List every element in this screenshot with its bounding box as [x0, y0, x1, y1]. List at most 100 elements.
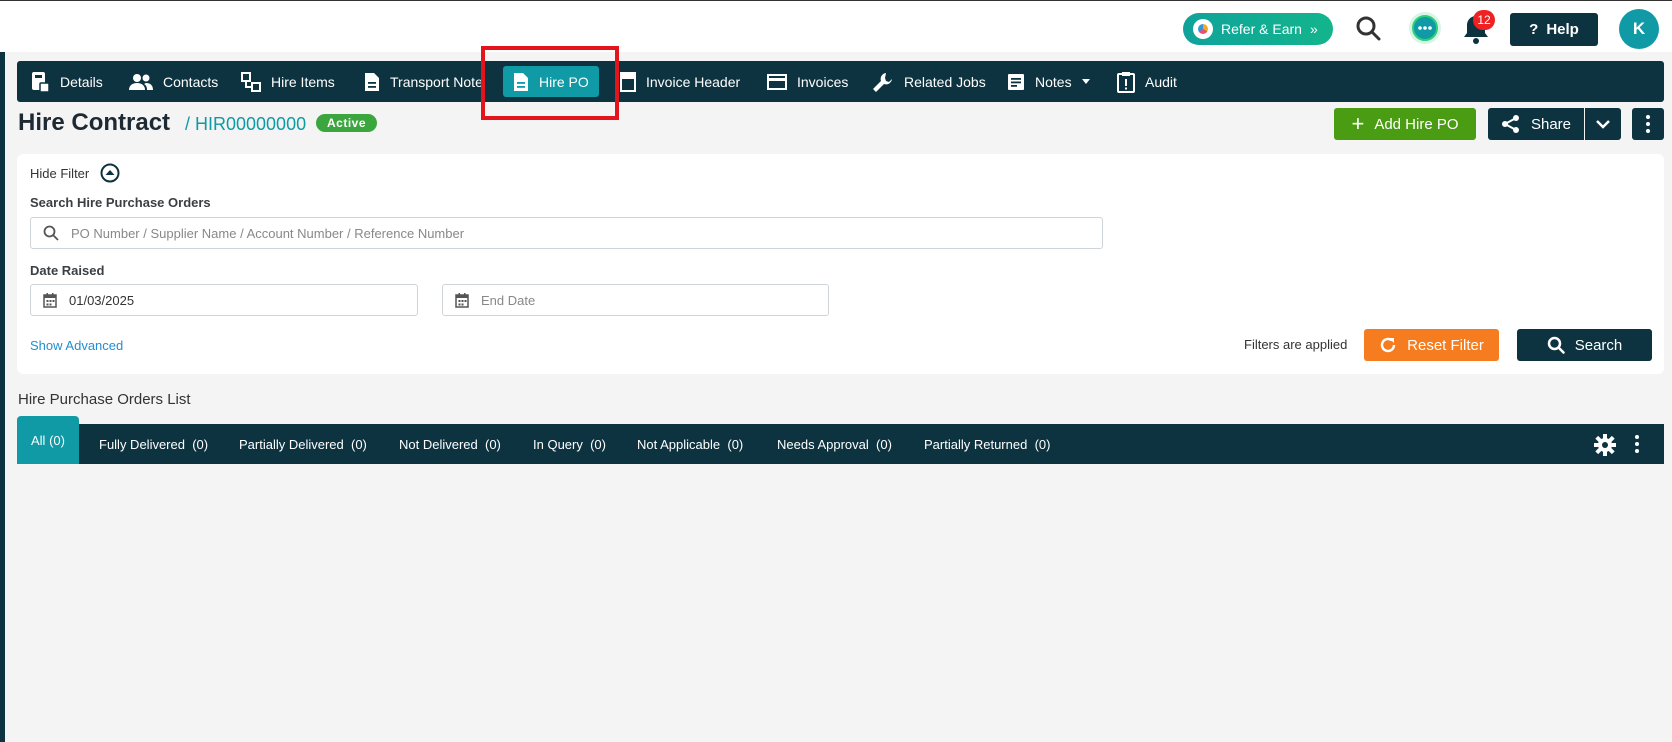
share-dropdown-button[interactable]: [1585, 108, 1621, 140]
refer-logo-icon: [1193, 19, 1213, 39]
search-icon: [1547, 336, 1565, 354]
filters-applied-text: Filters are applied: [1244, 337, 1348, 352]
double-chevron-right-icon: »: [1309, 21, 1318, 37]
tab-fully-delivered[interactable]: Fully Delivered (0): [99, 424, 208, 464]
end-date-field[interactable]: End Date: [442, 284, 829, 316]
refer-label: Refer & Earn: [1221, 21, 1302, 37]
status-tabs-bar: All (0) Fully Delivered (0) Partially De…: [17, 416, 1664, 464]
help-button[interactable]: ? Help: [1510, 13, 1598, 46]
tab-label: Partially Delivered: [239, 436, 344, 452]
calendar-icon: [455, 292, 469, 308]
search-placeholder: PO Number / Supplier Name / Account Numb…: [71, 225, 465, 241]
nav-item-related-jobs[interactable]: Related Jobs: [872, 61, 986, 102]
share-button[interactable]: Share: [1488, 108, 1584, 140]
tab-label: Fully Delivered: [99, 436, 185, 452]
more-options-button[interactable]: [1632, 108, 1664, 140]
search-input[interactable]: PO Number / Supplier Name / Account Numb…: [30, 217, 1103, 249]
tab-count: (0): [1034, 436, 1051, 452]
tab-label: All: [31, 432, 46, 448]
tab-not-applicable[interactable]: Not Applicable (0): [637, 424, 743, 464]
show-advanced-link[interactable]: Show Advanced: [30, 338, 123, 353]
nav-item-label: Invoices: [797, 73, 849, 90]
reset-label: Reset Filter: [1407, 336, 1484, 354]
start-date-field[interactable]: 01/03/2025: [30, 284, 418, 316]
refresh-icon: [1380, 337, 1396, 353]
refer-earn-button[interactable]: Refer & Earn »: [1183, 13, 1333, 45]
nav-item-label: Audit: [1145, 73, 1177, 90]
tab-all[interactable]: All (0): [17, 416, 79, 464]
plus-icon: +: [1351, 111, 1365, 136]
nav-item-label: Related Jobs: [904, 73, 986, 90]
breadcrumb: / HIR00000000: [185, 114, 307, 134]
search-icon: [43, 225, 59, 241]
tab-count: (0): [49, 432, 65, 448]
tab-label: Not Applicable: [637, 436, 721, 452]
invoice-header-icon: [620, 71, 636, 92]
nav-item-notes[interactable]: Notes: [1007, 61, 1090, 102]
end-date-placeholder: End Date: [481, 292, 536, 308]
search-icon[interactable]: [1353, 13, 1383, 43]
add-hire-po-button[interactable]: + Add Hire PO: [1334, 108, 1476, 140]
vertical-dots-icon[interactable]: [1631, 434, 1643, 454]
start-date-value: 01/03/2025: [69, 292, 135, 308]
nav-item-label: Hire Items: [271, 73, 335, 90]
tab-not-delivered[interactable]: Not Delivered (0): [399, 424, 501, 464]
list-title: Hire Purchase Orders List: [18, 391, 191, 408]
page-title: Hire Contract: [18, 109, 171, 136]
tab-in-query[interactable]: In Query (0): [533, 424, 606, 464]
details-icon: [32, 71, 50, 93]
calendar-icon: [43, 292, 57, 308]
tab-needs-approval[interactable]: Needs Approval (0): [777, 424, 892, 464]
question-icon: ?: [1529, 21, 1539, 38]
nav-item-transport-note[interactable]: Transport Note: [364, 61, 483, 102]
wrench-icon: [873, 72, 892, 92]
tab-label: Needs Approval: [777, 436, 869, 452]
caret-down-icon: [1081, 79, 1090, 84]
record-nav-bar: Details Contacts Hire Items Transport No…: [17, 61, 1664, 102]
tab-count: (0): [727, 436, 744, 452]
chevron-down-icon: [1596, 119, 1610, 129]
clipboard-icon: [1117, 71, 1135, 93]
nav-item-details[interactable]: Details: [30, 61, 103, 102]
tab-partially-returned[interactable]: Partially Returned (0): [924, 424, 1050, 464]
reset-filter-button[interactable]: Reset Filter: [1364, 329, 1499, 361]
nav-item-label: Hire PO: [539, 73, 589, 90]
contacts-icon: [129, 73, 153, 90]
tab-label: Not Delivered: [399, 436, 478, 452]
date-raised-label: Date Raised: [30, 263, 105, 278]
nav-item-audit[interactable]: Audit: [1117, 61, 1177, 102]
share-label: Share: [1530, 115, 1572, 133]
hire-items-icon: [241, 71, 261, 92]
tab-partially-delivered[interactable]: Partially Delivered (0): [239, 424, 367, 464]
nav-item-label: Invoice Header: [646, 73, 741, 90]
search-button-label: Search: [1574, 336, 1623, 354]
tab-count: (0): [351, 436, 367, 452]
avatar[interactable]: K: [1619, 9, 1659, 49]
notification-badge: 12: [1473, 10, 1495, 30]
nav-item-label: Transport Note: [390, 73, 483, 90]
help-label: Help: [1546, 21, 1579, 38]
tab-count: (0): [192, 436, 209, 452]
search-button[interactable]: Search: [1517, 329, 1652, 361]
tab-count: (0): [876, 436, 892, 452]
tab-label: In Query: [533, 436, 583, 452]
nav-item-invoice-header[interactable]: Invoice Header: [620, 61, 740, 102]
nav-item-invoices[interactable]: Invoices: [767, 61, 848, 102]
tab-count: (0): [590, 436, 606, 452]
hide-filter-toggle[interactable]: Hide Filter: [30, 166, 89, 181]
nav-item-hire-items[interactable]: Hire Items: [241, 61, 335, 102]
nav-item-label: Details: [60, 73, 103, 90]
share-icon: [1501, 115, 1519, 133]
nav-item-contacts[interactable]: Contacts: [129, 61, 218, 102]
hide-filter-label: Hide Filter: [30, 166, 90, 181]
nav-item-label: Notes: [1035, 73, 1072, 90]
gear-icon[interactable]: [1593, 433, 1617, 457]
notes-icon: [1008, 73, 1024, 90]
vertical-dots-icon: [1646, 115, 1650, 133]
chat-icon[interactable]: [1407, 10, 1443, 46]
nav-item-label: Contacts: [163, 73, 219, 90]
tab-label: Partially Returned: [924, 436, 1028, 452]
collapse-up-icon[interactable]: [99, 162, 121, 184]
nav-item-hire-po[interactable]: Hire PO: [503, 66, 599, 97]
document-icon: [365, 72, 379, 91]
